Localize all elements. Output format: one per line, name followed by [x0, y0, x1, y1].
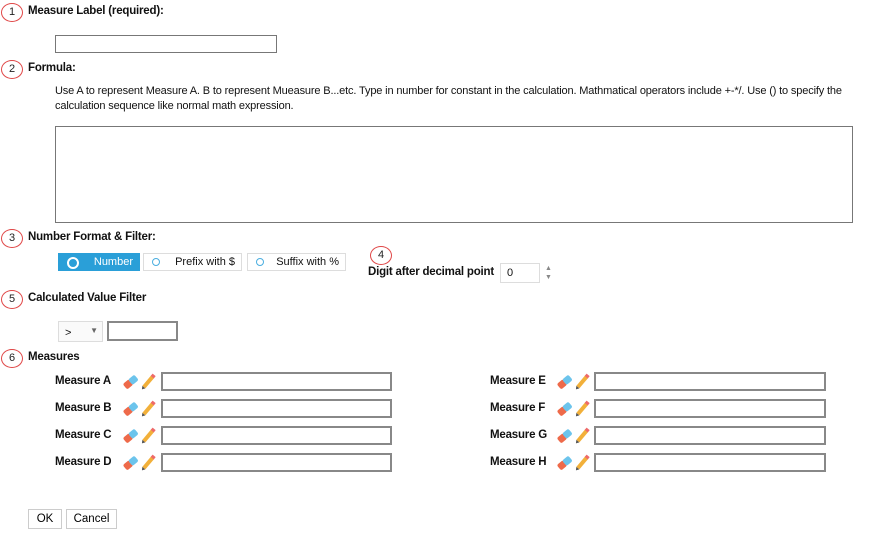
eraser-icon[interactable] [121, 399, 141, 417]
step-6-marker: 6 [1, 349, 23, 368]
eraser-icon[interactable] [555, 399, 575, 417]
eraser-icon[interactable] [121, 453, 141, 471]
measure-label: Measure G [490, 429, 548, 441]
measure-input[interactable] [161, 399, 392, 418]
operator-value: > [65, 327, 72, 339]
spin-up-icon[interactable]: ▲ [545, 264, 552, 273]
measure-label: Measure A [55, 375, 111, 387]
measure-input[interactable] [161, 372, 392, 391]
measure-label: Measure E [490, 375, 546, 387]
ok-button[interactable]: OK [28, 509, 62, 529]
eraser-icon[interactable] [121, 426, 141, 444]
number-format-heading: Number Format & Filter: [28, 231, 156, 243]
option-label: Suffix with % [276, 256, 339, 268]
pencil-icon[interactable] [575, 426, 593, 444]
step-2-marker: 2 [1, 60, 23, 79]
step-1-marker: 1 [1, 3, 23, 22]
measure-input[interactable] [161, 453, 392, 472]
eraser-icon[interactable] [555, 453, 575, 471]
measure-label-input[interactable] [55, 35, 277, 53]
step-5-marker: 5 [1, 290, 23, 309]
option-label: Number [93, 256, 133, 268]
spin-down-icon[interactable]: ▼ [545, 273, 552, 282]
value-filter-heading: Calculated Value Filter [28, 292, 147, 304]
format-option-suffix[interactable]: Suffix with % [247, 253, 346, 271]
measure-input[interactable] [594, 426, 826, 445]
step-3-marker: 3 [1, 229, 23, 248]
measure-input[interactable] [594, 453, 826, 472]
pencil-icon[interactable] [141, 399, 159, 417]
radio-icon [256, 258, 264, 266]
pencil-icon[interactable] [141, 372, 159, 390]
eraser-icon[interactable] [555, 426, 575, 444]
measure-input[interactable] [161, 426, 392, 445]
decimal-spinner[interactable]: ▲ ▼ [545, 264, 552, 282]
formula-textarea[interactable] [55, 126, 853, 223]
pencil-icon[interactable] [141, 453, 159, 471]
measures-heading: Measures [28, 351, 80, 363]
eraser-icon[interactable] [121, 372, 141, 390]
decimal-label: Digit after decimal point [368, 266, 494, 278]
cancel-button[interactable]: Cancel [66, 509, 117, 529]
pencil-icon[interactable] [141, 426, 159, 444]
measure-label: Measure C [55, 429, 112, 441]
chevron-down-icon: ▼ [90, 326, 98, 335]
formula-description: Use A to represent Measure A. B to repre… [55, 85, 842, 112]
pencil-icon[interactable] [575, 372, 593, 390]
option-label: Prefix with $ [175, 256, 235, 268]
radio-icon [152, 258, 160, 266]
measure-input[interactable] [594, 399, 826, 418]
measure-input[interactable] [594, 372, 826, 391]
format-option-prefix[interactable]: Prefix with $ [143, 253, 242, 271]
measure-label-heading: Measure Label (required): [28, 5, 164, 17]
measure-label: Measure D [55, 456, 112, 468]
measure-label: Measure H [490, 456, 547, 468]
format-option-number[interactable]: Number [58, 253, 140, 271]
formula-heading: Formula: [28, 62, 76, 74]
filter-value-input[interactable] [107, 321, 178, 341]
step-4-marker: 4 [370, 246, 392, 265]
radio-icon [67, 257, 79, 269]
eraser-icon[interactable] [555, 372, 575, 390]
filter-operator-select[interactable]: > ▼ [58, 321, 103, 342]
measure-label: Measure B [55, 402, 112, 414]
decimal-input[interactable]: 0 [500, 263, 540, 283]
measure-label: Measure F [490, 402, 546, 414]
pencil-icon[interactable] [575, 453, 593, 471]
pencil-icon[interactable] [575, 399, 593, 417]
